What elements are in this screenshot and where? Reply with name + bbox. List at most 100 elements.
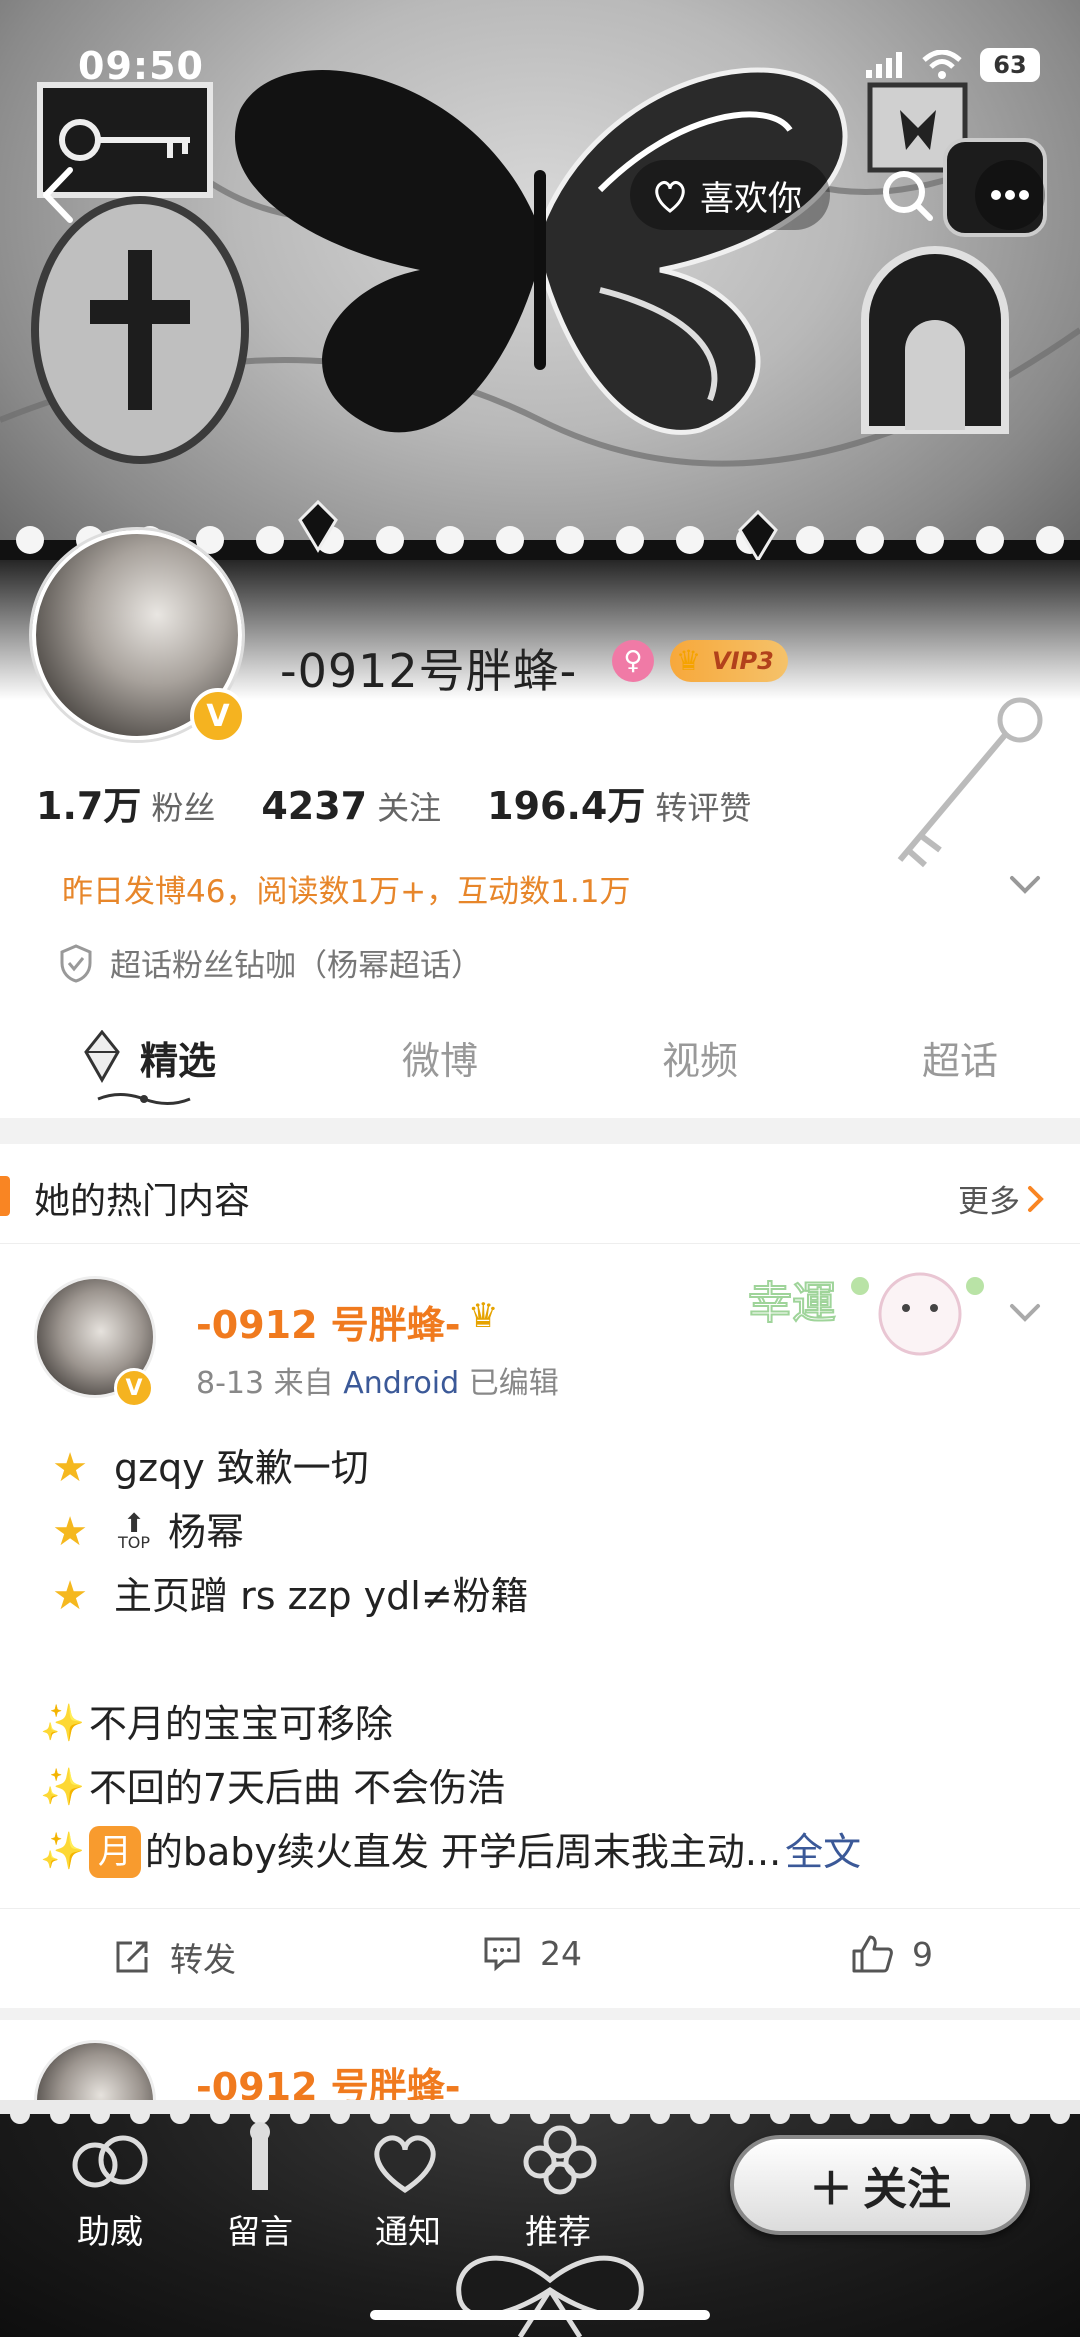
comment-count: 24 xyxy=(540,1933,582,1973)
post-line: ✨ 月 的baby续火直发 开学后周末我主动... 全文 xyxy=(40,1820,1040,1884)
battery-indicator: 63 xyxy=(980,48,1040,82)
chevron-down-icon[interactable] xyxy=(1008,868,1042,902)
stat-label: 粉丝 xyxy=(151,789,216,827)
vip-badge[interactable]: ♛ VIP3 xyxy=(670,640,788,682)
tab-supertopic[interactable]: 超话 xyxy=(922,1030,998,1085)
profile-tabs: 精选 微博 视频 超话 xyxy=(0,1020,1080,1115)
message-icon xyxy=(250,2122,270,2190)
signal-icon xyxy=(866,52,902,78)
post-line: ✨ 不月的宝宝可移除 xyxy=(40,1692,1040,1756)
message-button[interactable]: 留言 xyxy=(200,2205,320,2253)
post-author-name[interactable]: -0912 号胖蜂- xyxy=(196,1294,461,1349)
crown-icon: ♛ xyxy=(676,644,702,677)
lucky-sticker-decoration: 幸運 xyxy=(747,1272,984,1356)
post-line: ★ 主页蹭 rs zzp ydl≠粉籍 xyxy=(40,1564,1040,1628)
sparkles-icon: ✨ xyxy=(40,1703,85,1744)
key-decoration xyxy=(897,697,1043,868)
chevron-down-icon[interactable] xyxy=(1008,1296,1042,1330)
sticker-text: 幸運 xyxy=(748,1278,836,1329)
yesterday-stats[interactable]: 昨日发博46，阅读数1万+，互动数1.1万 xyxy=(62,866,630,911)
stat-label: 关注 xyxy=(377,789,442,827)
post-date: 8-13 xyxy=(196,1366,265,1401)
post-line-text: gzqy 致歉一切 xyxy=(114,1446,369,1490)
follow-button[interactable]: ＋ 关注 xyxy=(730,2135,1030,2235)
post-line-text: 的baby续火直发 开学后周末我主动... xyxy=(144,1830,782,1874)
repost-label: 转发 xyxy=(170,1940,236,1979)
verified-badge-icon: V xyxy=(114,1368,154,1408)
like-button[interactable]: 9 xyxy=(850,1933,933,1975)
post-actions: 转发 24 9 xyxy=(0,1908,1080,2004)
top-nav: 喜欢你 xyxy=(0,150,1080,240)
status-time: 09:50 xyxy=(78,44,204,88)
profile-avatar[interactable]: V xyxy=(32,530,252,750)
comment-button[interactable]: 24 xyxy=(482,1933,582,1973)
vip-label: VIP3 xyxy=(712,647,774,675)
topic-badge-row[interactable]: 超话粉丝钻咖（杨幂超话） xyxy=(58,940,482,985)
stat-number: 1.7万 xyxy=(36,784,142,828)
profile-banner: 09:50 63 喜欢你 xyxy=(0,0,1080,600)
top-label: TOP xyxy=(117,1533,150,1552)
post-source: Android xyxy=(343,1366,460,1401)
plus-icon: ＋ xyxy=(809,2164,853,2215)
more-options-button[interactable] xyxy=(975,160,1045,230)
wifi-icon xyxy=(922,50,962,79)
thumbs-up-icon xyxy=(852,1935,893,1973)
sparkles-icon: ✨ xyxy=(40,1767,85,1808)
comment-icon xyxy=(484,1937,520,1972)
search-icon[interactable] xyxy=(872,160,942,230)
back-icon[interactable] xyxy=(28,160,88,230)
status-icons: 63 xyxy=(864,48,1040,82)
post-line-text: 不月的宝宝可移除 xyxy=(88,1702,393,1746)
post-meta: 8-13 来自 Android 已编辑 xyxy=(196,1358,559,1402)
star-icon: ★ xyxy=(52,1445,88,1491)
post-body: ★ gzqy 致歉一切 ★ ⬆ TOP 杨幂 ★ 主页蹭 rs zzp ydl≠… xyxy=(40,1436,1040,1884)
home-indicator[interactable] xyxy=(370,2310,710,2320)
stat-number: 4237 xyxy=(261,784,368,828)
star-icon: ★ xyxy=(52,1573,88,1619)
post-line: ★ ⬆ TOP 杨幂 xyxy=(40,1500,1040,1564)
moon-tag-icon: 月 xyxy=(88,1826,141,1878)
stat-label: 转评赞 xyxy=(655,789,752,827)
post-from-prefix: 来自 xyxy=(273,1366,334,1401)
tab-active-indicator xyxy=(97,1093,191,1105)
status-bar: 09:50 63 xyxy=(0,0,1080,130)
heart-notify-icon xyxy=(374,2135,436,2194)
star-icon: ★ xyxy=(52,1509,88,1555)
stat-number: 196.4万 xyxy=(487,784,646,828)
full-text-link[interactable]: 全文 xyxy=(785,1820,861,1884)
post-card[interactable]: V -0912 号胖蜂- ♛ 8-13 来自 Android 已编辑 幸運 ★ … xyxy=(0,1246,1080,2006)
clover-icon xyxy=(523,2125,597,2195)
verified-badge-icon: V xyxy=(190,688,246,744)
post-line-text: 不回的7天后曲 不会伤浩 xyxy=(88,1766,506,1810)
stat-engagement[interactable]: 196.4万 转评赞 xyxy=(487,775,751,830)
section-divider xyxy=(0,1118,1080,1144)
diamond-icon xyxy=(84,1030,120,1084)
post-line: ✨ 不回的7天后曲 不会伤浩 xyxy=(40,1756,1040,1820)
bottom-action-bar: 助威 留言 通知 推荐 ＋ 关注 xyxy=(0,2100,1080,2337)
stat-followers[interactable]: 1.7万 粉丝 xyxy=(36,775,215,830)
tab-featured[interactable]: 精选 xyxy=(140,1030,216,1085)
post-line-text: 主页蹭 rs zzp ydl≠粉籍 xyxy=(114,1574,529,1618)
stat-following[interactable]: 4237 关注 xyxy=(261,783,441,829)
like-you-label: 喜欢你 xyxy=(700,178,802,219)
profile-stats: 1.7万 粉丝 4237 关注 196.4万 转评赞 xyxy=(36,775,751,830)
like-you-button[interactable]: 喜欢你 xyxy=(630,160,830,230)
tab-weibo[interactable]: 微博 xyxy=(402,1030,478,1085)
shield-icon xyxy=(60,943,92,983)
hot-content-title: 她的热门内容 xyxy=(34,1181,251,1222)
post-line-text: 杨幂 xyxy=(168,1510,245,1554)
hot-content-header: 她的热门内容 更多 xyxy=(0,1144,1080,1244)
cheer-button[interactable]: 助威 xyxy=(50,2205,170,2253)
more-dots-icon xyxy=(991,190,1029,200)
chevron-right-icon xyxy=(1028,1185,1044,1212)
tab-video[interactable]: 视频 xyxy=(662,1030,738,1085)
repost-icon xyxy=(116,1941,148,1973)
profile-username: -0912号胖蜂- xyxy=(280,644,578,698)
top-arrow-icon: ⬆ TOP xyxy=(117,1509,150,1552)
bow-decoration xyxy=(456,2255,644,2337)
topic-badge-text: 超话粉丝钻咖（杨幂超话） xyxy=(110,948,482,984)
more-link[interactable]: 更多 xyxy=(958,1176,1046,1221)
repost-button[interactable]: 转发 xyxy=(112,1933,236,1981)
crown-icon: ♛ xyxy=(468,1296,499,1336)
